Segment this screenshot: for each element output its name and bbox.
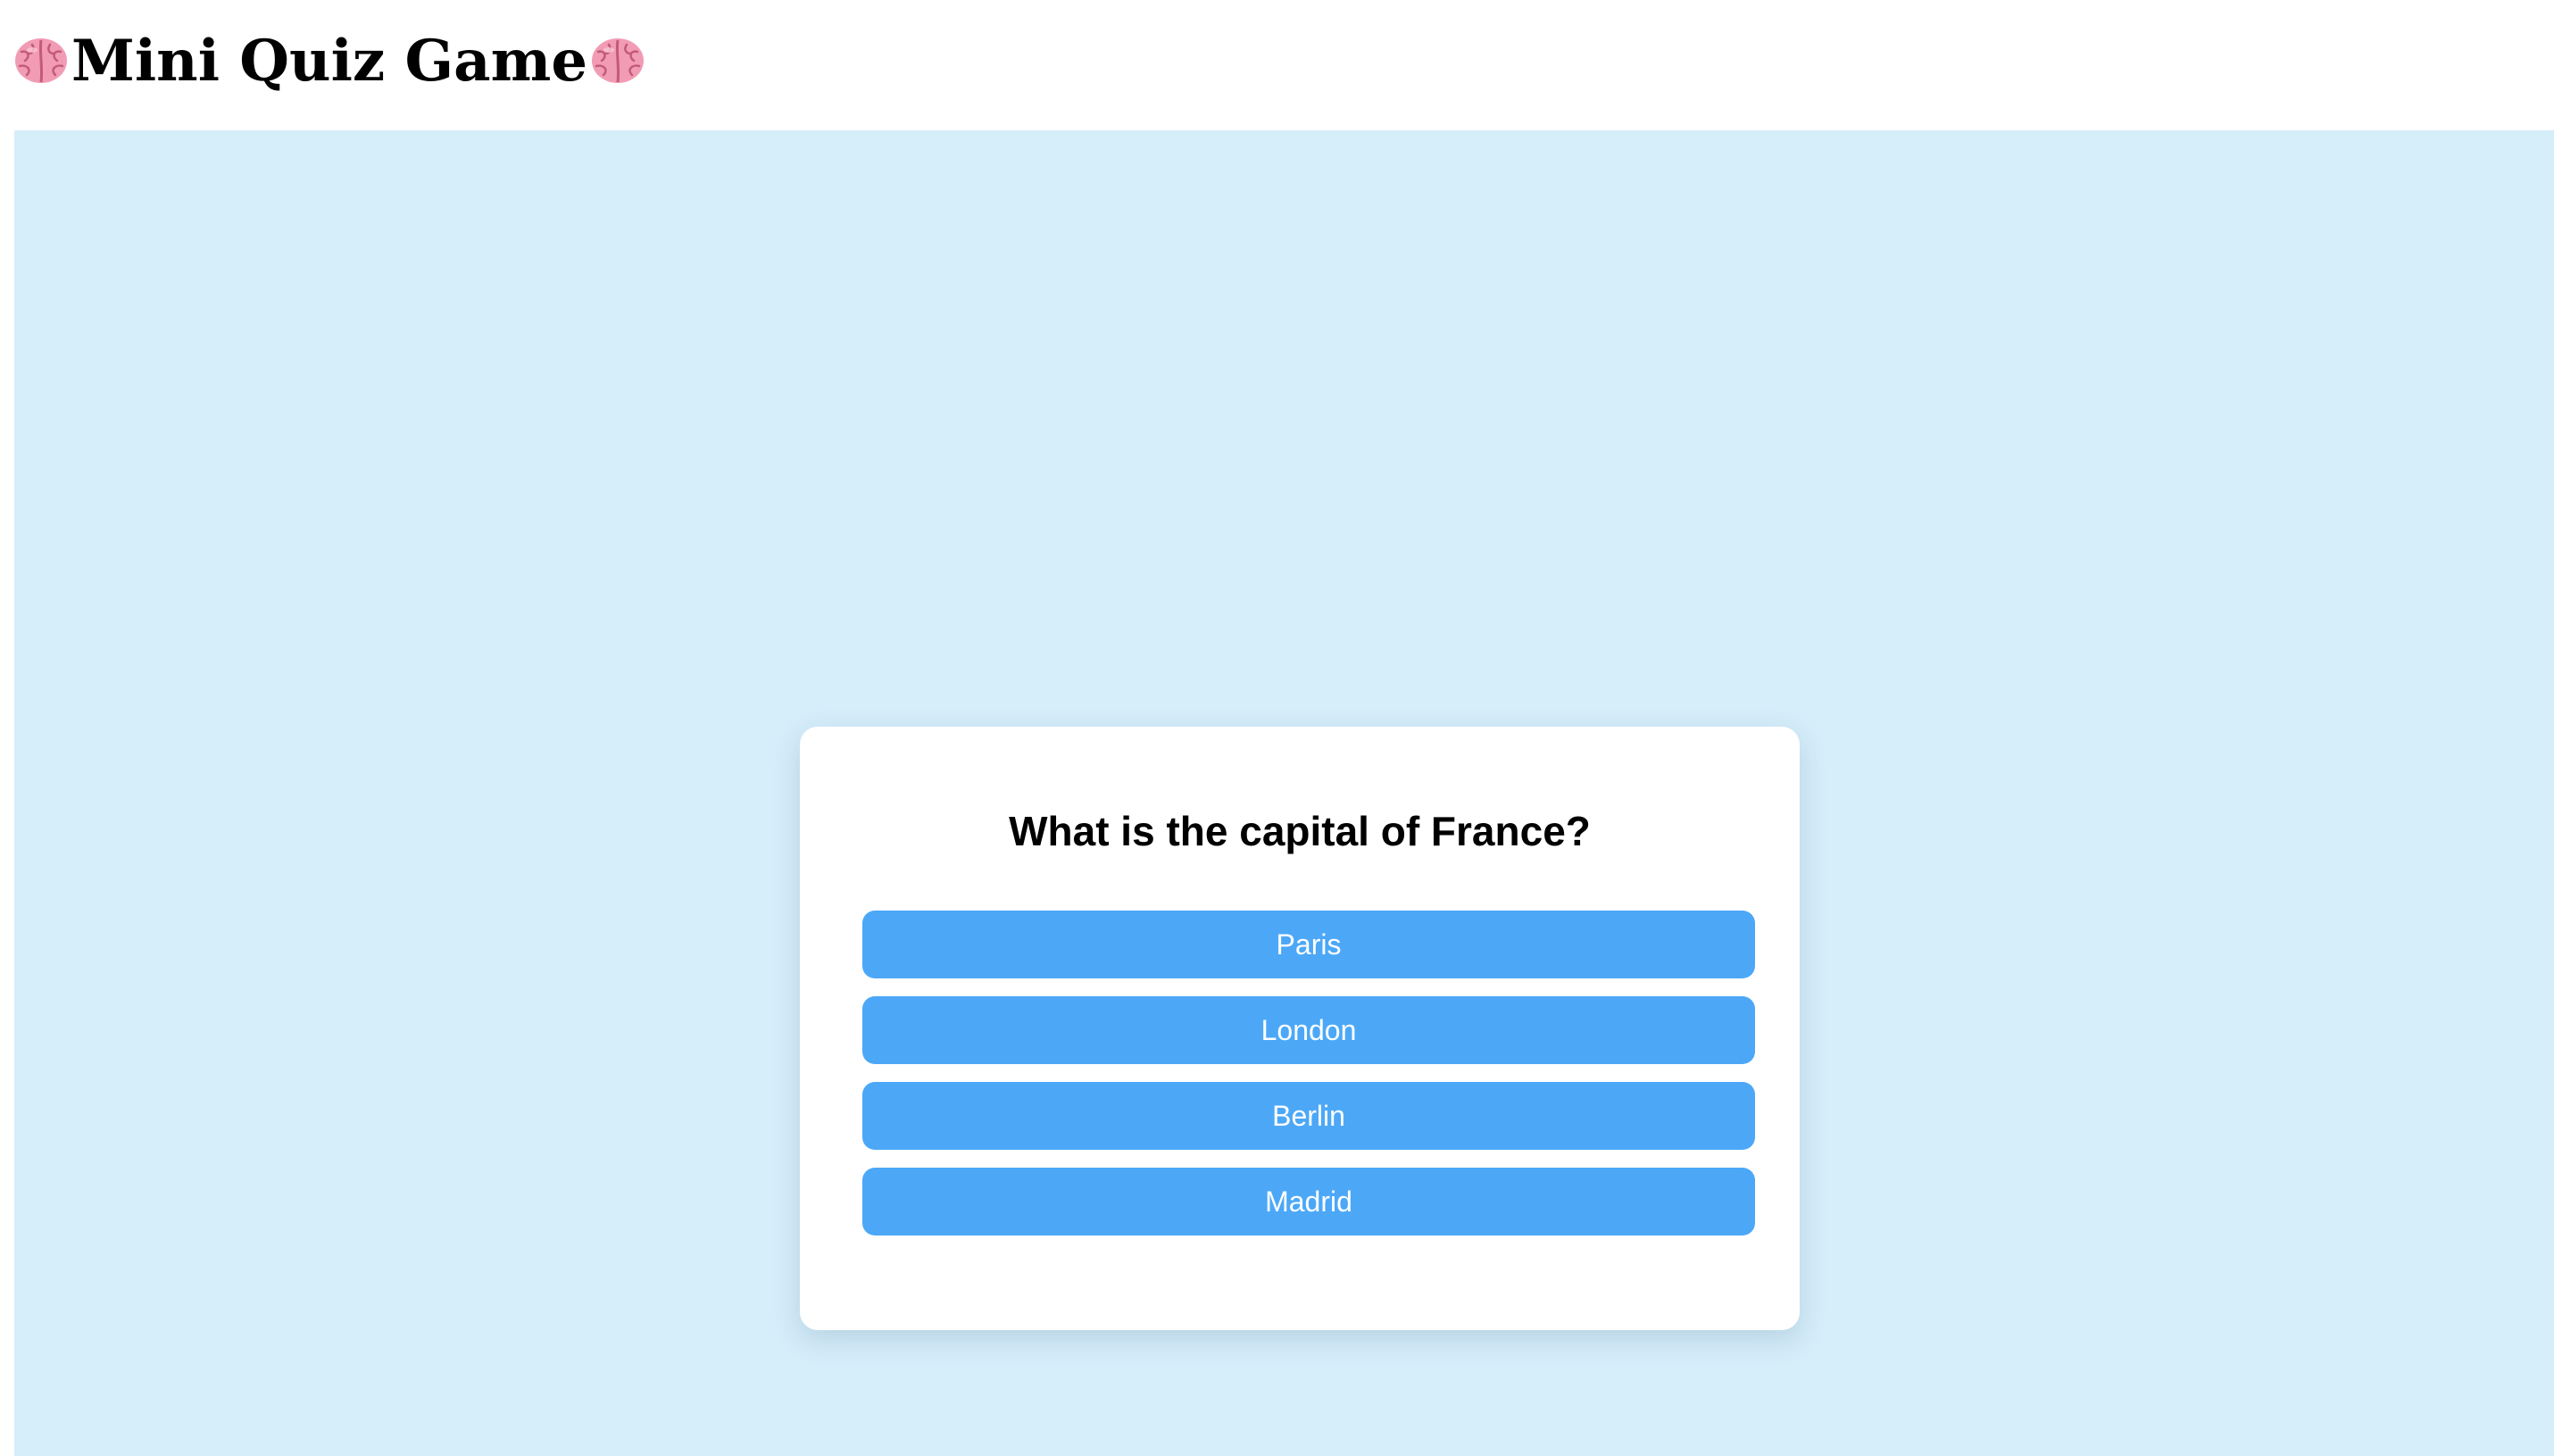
brain-icon <box>12 34 70 87</box>
page-title: Mini Quiz Game <box>71 27 588 95</box>
quiz-card: What is the capital of France? Paris Lon… <box>800 727 1800 1330</box>
question-text: What is the capital of France? <box>1009 808 1591 854</box>
answer-list: Paris London Berlin Madrid <box>862 911 1755 1253</box>
answer-button-berlin[interactable]: Berlin <box>862 1082 1755 1150</box>
page: Mini Quiz Game What is the capital of Fr… <box>0 0 2554 1456</box>
app-header: Mini Quiz Game <box>12 16 646 105</box>
answer-button-madrid[interactable]: Madrid <box>862 1168 1755 1236</box>
brain-icon <box>589 34 646 87</box>
answer-button-paris[interactable]: Paris <box>862 911 1755 978</box>
quiz-stage: What is the capital of France? Paris Lon… <box>14 130 2554 1456</box>
answer-button-london[interactable]: London <box>862 996 1755 1064</box>
